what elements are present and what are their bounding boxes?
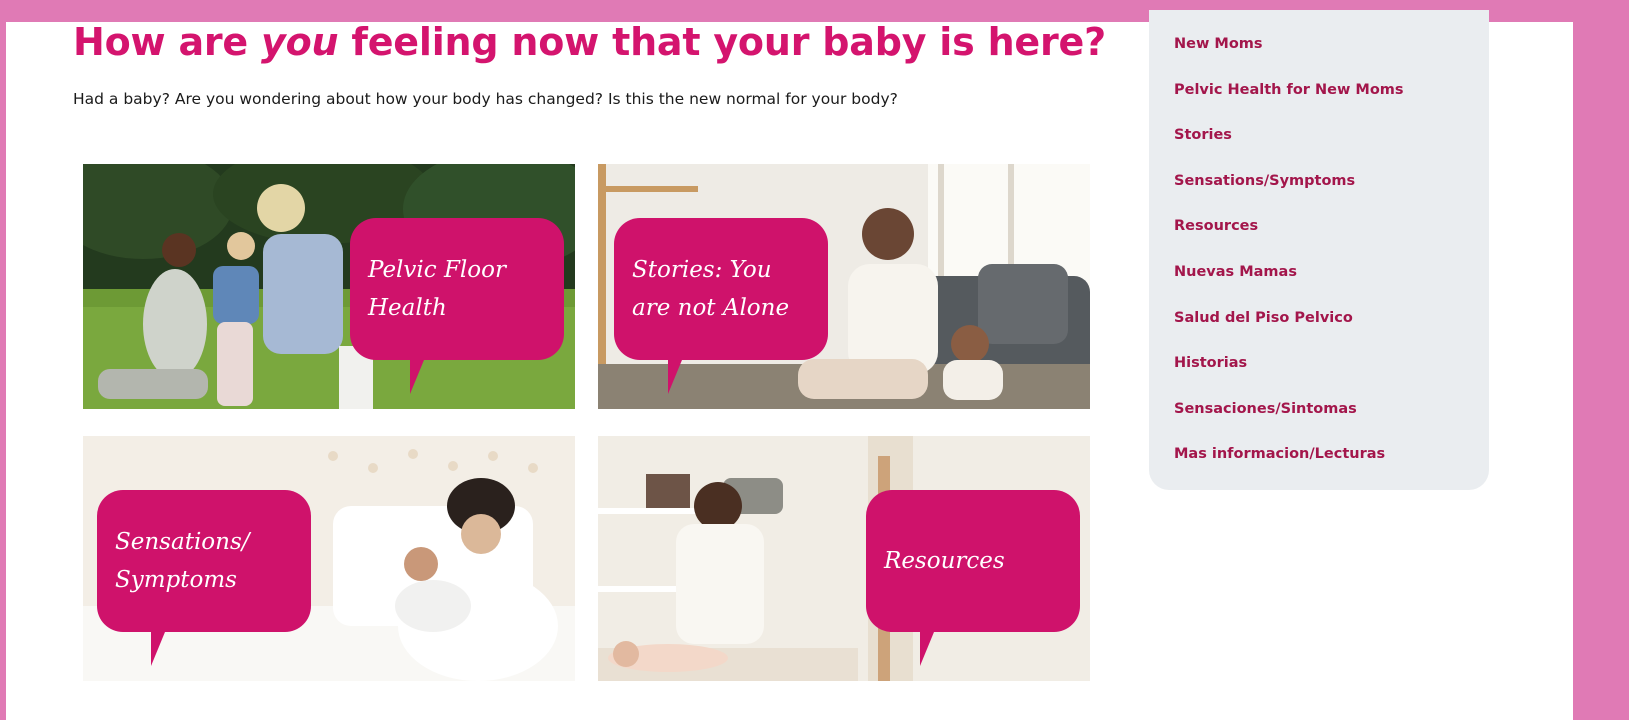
- tile-bubble: Pelvic Floor Health: [350, 218, 564, 394]
- sidebar-item-nuevas-mamas[interactable]: Nuevas Mamas: [1174, 264, 1489, 310]
- sidebar-item-sensations[interactable]: Sensations/Symptoms: [1174, 173, 1489, 219]
- sidebar-link-list: New Moms Pelvic Health for New Moms Stor…: [1149, 10, 1489, 492]
- sidebar-item-mas-informacion[interactable]: Mas informacion/Lecturas: [1174, 446, 1489, 492]
- tile-bubble: Sensations/ Symptoms: [97, 490, 311, 666]
- tile-resources[interactable]: Resources: [598, 436, 1090, 681]
- tile-pelvic-floor-health[interactable]: Pelvic Floor Health: [83, 164, 575, 409]
- right-page-edge: [1573, 0, 1629, 720]
- headline-part-2: feeling now that your baby is here?: [338, 20, 1106, 64]
- sidebar-item-sensaciones[interactable]: Sensaciones/Sintomas: [1174, 401, 1489, 447]
- headline-emphasis: you: [261, 20, 339, 64]
- tile-label: Sensations/ Symptoms: [115, 529, 250, 593]
- headline-part-1: How are: [73, 20, 262, 64]
- left-page-edge: [0, 0, 6, 720]
- tile-label: Pelvic Floor Health: [368, 257, 506, 321]
- tile-sensations-symptoms[interactable]: Sensations/ Symptoms: [83, 436, 575, 681]
- sidebar-item-pelvic-health[interactable]: Pelvic Health for New Moms: [1174, 82, 1489, 128]
- sidebar-item-new-moms[interactable]: New Moms: [1174, 36, 1489, 82]
- intro-text: Had a baby? Are you wondering about how …: [73, 90, 898, 108]
- tile-label: Resources: [884, 548, 1005, 574]
- page-title: How are you feeling now that your baby i…: [73, 20, 1106, 64]
- tile-bubble: Stories: You are not Alone: [614, 218, 828, 394]
- tile-bubble: Resources: [866, 490, 1080, 666]
- sidebar-item-salud-piso-pelvico[interactable]: Salud del Piso Pelvico: [1174, 310, 1489, 356]
- sidebar-item-resources[interactable]: Resources: [1174, 218, 1489, 264]
- sidebar-item-stories[interactable]: Stories: [1174, 127, 1489, 173]
- tile-label: Stories: You are not Alone: [632, 257, 790, 321]
- tile-stories[interactable]: Stories: You are not Alone: [598, 164, 1090, 409]
- sidebar-item-historias[interactable]: Historias: [1174, 355, 1489, 401]
- sidebar-nav: New Moms Pelvic Health for New Moms Stor…: [1149, 10, 1489, 490]
